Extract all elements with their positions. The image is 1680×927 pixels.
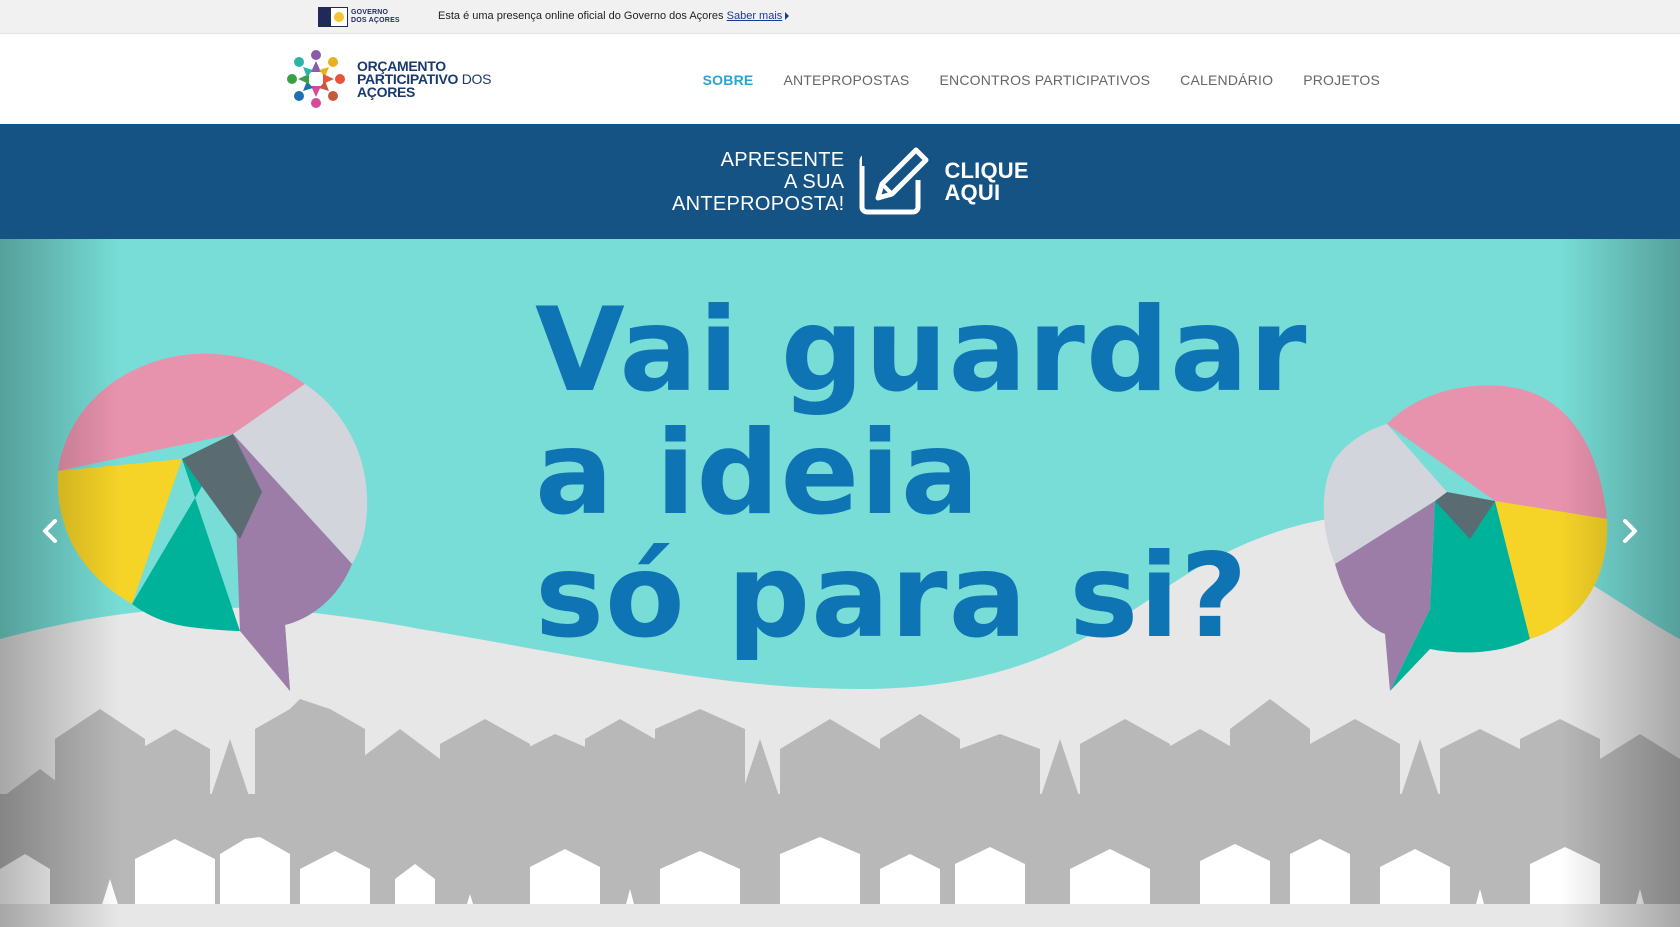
gov-logo-line2: DOS AÇORES bbox=[351, 17, 400, 24]
hero-headline: Vai guardar a ideia só para si? bbox=[535, 289, 1307, 658]
cta-line3: ANTEPROPOSTA! bbox=[672, 193, 845, 215]
carousel-edge-left bbox=[0, 239, 120, 927]
site-logo[interactable]: ORÇAMENTO PARTICIPATIVO DOS AÇORES bbox=[285, 48, 491, 110]
governo-emblem-icon bbox=[318, 7, 348, 27]
nav-calendario[interactable]: CALENDÁRIO bbox=[1180, 72, 1273, 88]
op-acores-logo-icon bbox=[287, 50, 345, 108]
main-nav: SOBRE ANTEPROPOSTAS ENCONTROS PARTICIPAT… bbox=[703, 72, 1380, 88]
nav-antepropostas[interactable]: ANTEPROPOSTAS bbox=[783, 72, 909, 88]
governo-acores-logo[interactable]: GOVERNO DOS AÇORES bbox=[318, 7, 403, 27]
cta-button-line1: CLIQUE bbox=[944, 158, 1029, 183]
edit-pencil-icon bbox=[859, 146, 931, 215]
submit-proposal-banner[interactable]: APRESENTE A SUA ANTEPROPOSTA! CLIQUE AQU… bbox=[0, 124, 1680, 239]
gov-official-message: Esta é uma presença online oficial do Go… bbox=[438, 10, 790, 22]
nav-encontros-participativos[interactable]: ENCONTROS PARTICIPATIVOS bbox=[939, 72, 1150, 88]
gov-top-bar: GOVERNO DOS AÇORES Esta é uma presença o… bbox=[0, 0, 1680, 34]
chevron-left-icon[interactable] bbox=[35, 511, 65, 551]
hero-line2: a ideia bbox=[535, 406, 981, 541]
gov-message-text: Esta é uma presença online oficial do Go… bbox=[438, 10, 724, 22]
caret-right-icon bbox=[785, 12, 790, 20]
carousel-edge-right bbox=[1560, 239, 1680, 927]
nav-projetos[interactable]: PROJETOS bbox=[1303, 72, 1380, 88]
site-header: ORÇAMENTO PARTICIPATIVO DOS AÇORES SOBRE… bbox=[0, 34, 1680, 124]
saber-mais-link[interactable]: Saber mais bbox=[727, 10, 783, 22]
cta-line1: APRESENTE bbox=[720, 149, 845, 171]
brand-line3: AÇORES bbox=[357, 83, 416, 100]
cta-line2: A SUA bbox=[784, 171, 845, 193]
hero-carousel: Vai guardar a ideia só para si? bbox=[0, 239, 1680, 927]
hero-line3: só para si? bbox=[535, 529, 1249, 664]
brand-line2-suffix: DOS bbox=[461, 70, 492, 87]
gov-logo-line1: GOVERNO bbox=[351, 9, 389, 16]
hero-line1: Vai guardar bbox=[535, 283, 1308, 418]
nav-sobre[interactable]: SOBRE bbox=[703, 72, 754, 88]
cta-button-line2: AQUI bbox=[944, 180, 1001, 205]
chevron-right-icon[interactable] bbox=[1615, 511, 1645, 551]
